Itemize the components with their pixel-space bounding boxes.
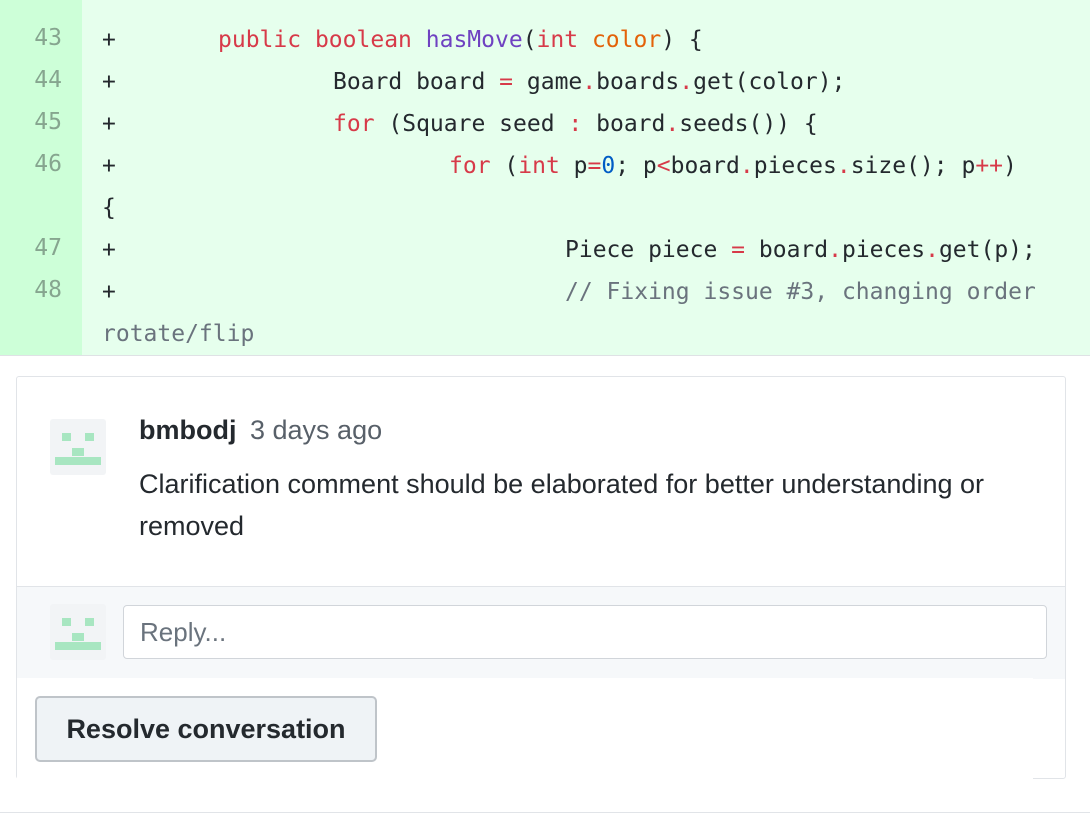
code-token: 0 <box>601 153 616 179</box>
reply-area <box>17 586 1065 679</box>
review-comment-thread: bmbodj 3 days ago Clarification comment … <box>16 376 1066 779</box>
line-number[interactable]: 44 <box>0 59 62 101</box>
code-token: for <box>333 111 375 137</box>
comment-author[interactable]: bmbodj <box>139 415 236 446</box>
code-token: ( <box>522 27 537 53</box>
code-token: int <box>518 153 560 179</box>
added-marker: + <box>102 111 116 137</box>
code-token: board <box>745 237 829 263</box>
page-divider <box>0 812 1090 813</box>
comment-timestamp[interactable]: 3 days ago <box>250 415 382 446</box>
line-number[interactable]: 47 <box>0 227 62 269</box>
code-line-47: Piece piece = board.pieces.get(p); <box>565 229 1036 271</box>
comment-body: Clarification comment should be elaborat… <box>139 469 984 541</box>
code-line-46: for (int p=0; p<board.pieces.size(); p++… <box>449 145 1017 187</box>
code-token: < <box>656 153 671 179</box>
code-token: get(p); <box>938 237 1036 263</box>
code-token: ; p <box>615 153 657 179</box>
reply-input[interactable] <box>123 605 1047 659</box>
thread-actions: Resolve conversation <box>17 678 1033 779</box>
code-line-45: for (Square seed : board.seeds()) { <box>333 103 818 145</box>
code-token: = <box>587 153 602 179</box>
code-token: . <box>679 69 694 95</box>
code-token: color <box>591 27 662 53</box>
diff-divider <box>0 355 1090 356</box>
code-token: int <box>536 27 579 53</box>
code-token: seeds()) { <box>679 111 818 137</box>
code-line-43: public boolean hasMove(int color) { <box>218 19 703 61</box>
added-marker: + <box>102 237 116 263</box>
code-token: board <box>670 153 740 179</box>
code-token: p <box>559 153 588 179</box>
resolve-conversation-button[interactable]: Resolve conversation <box>35 696 377 762</box>
code-token: = <box>499 69 514 95</box>
code-token: game <box>513 69 583 95</box>
code-line-48-wrap: rotate/flip <box>102 321 255 347</box>
current-user-avatar <box>50 604 106 660</box>
code-token: ) <box>1003 153 1017 179</box>
code-line-48-comment: // Fixing issue #3, changing order <box>565 279 1036 305</box>
code-token: size(); p <box>850 153 976 179</box>
code-token: . <box>739 153 754 179</box>
line-number[interactable]: 46 <box>0 143 62 185</box>
code-token: = <box>731 237 746 263</box>
code-token: ( <box>490 153 519 179</box>
code-token: pieces <box>841 237 926 263</box>
line-number[interactable]: 48 <box>0 269 62 311</box>
added-marker: + <box>102 153 116 179</box>
code-token: ++ <box>975 153 1004 179</box>
diff-view: 43 44 45 46 47 48 + + + + + + public boo… <box>0 0 1090 355</box>
code-token: boards <box>596 69 680 95</box>
code-line-44: Board board = game.boards.get(color); <box>333 61 845 103</box>
code-token: . <box>925 237 939 263</box>
code-token: Piece piece <box>565 237 732 263</box>
code-token: public <box>218 27 302 53</box>
code-token: board <box>582 111 666 137</box>
code-token: . <box>665 111 680 137</box>
code-token: . <box>836 153 851 179</box>
code-token: for <box>449 153 491 179</box>
code-token: get(color); <box>693 69 846 95</box>
code-token: pieces <box>753 153 837 179</box>
code-token: hasMove <box>425 27 523 53</box>
code-token: . <box>582 69 597 95</box>
code-token: : <box>568 111 583 137</box>
added-marker: + <box>102 69 116 95</box>
code-token: ) { <box>661 27 703 53</box>
comment-author-avatar[interactable] <box>50 419 106 475</box>
code-token: Board board <box>333 69 500 95</box>
code-token: . <box>828 237 842 263</box>
code-token: boolean <box>314 27 412 53</box>
line-number[interactable]: 43 <box>0 17 62 59</box>
added-marker: + <box>102 27 116 53</box>
code-line-46-wrap: { <box>102 195 116 221</box>
added-marker: + <box>102 279 116 305</box>
line-number[interactable]: 45 <box>0 101 62 143</box>
code-token: (Square seed <box>374 111 569 137</box>
